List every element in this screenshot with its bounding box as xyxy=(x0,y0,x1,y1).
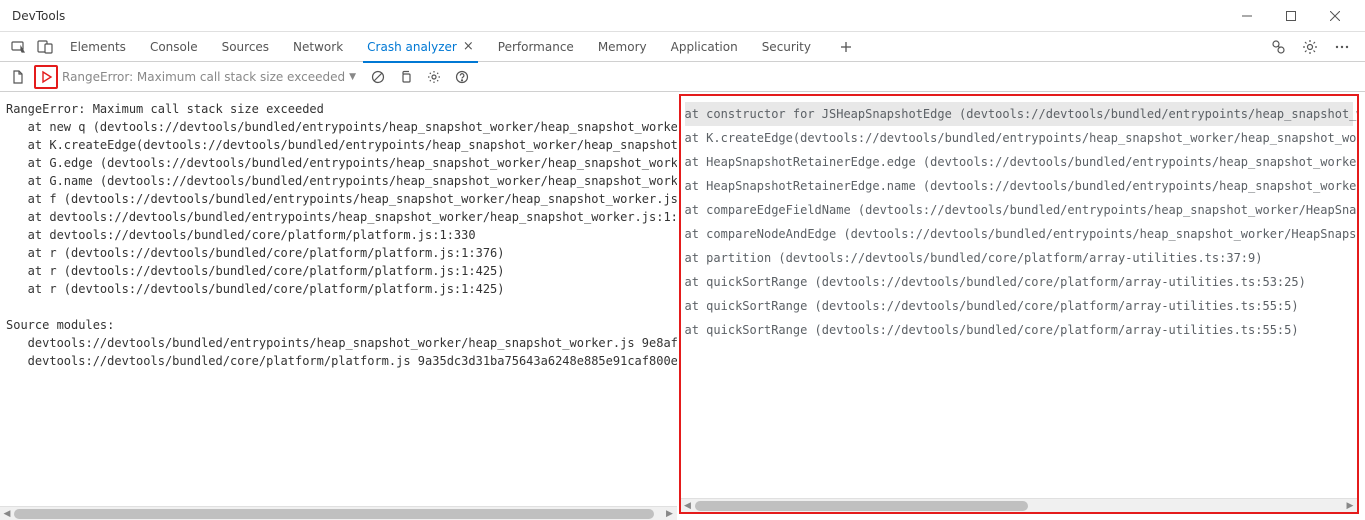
right-pane: at constructor for JSHeapSnapshotEdge (d… xyxy=(679,94,1360,514)
resolved-trace-line: at K.createEdge(devtools://devtools/bund… xyxy=(685,126,1354,150)
horizontal-scrollbar[interactable]: ◀ ▶ xyxy=(681,498,1358,512)
stack-trace[interactable]: RangeError: Maximum call stack size exce… xyxy=(0,92,677,506)
tab-label: Console xyxy=(150,40,198,54)
tab-label: Performance xyxy=(498,40,574,54)
blank-line xyxy=(6,298,671,316)
scrollbar-thumb[interactable] xyxy=(14,509,654,519)
source-modules-header: Source modules: xyxy=(6,316,671,334)
source-module-line: devtools://devtools/bundled/entrypoints/… xyxy=(6,334,671,352)
trace-line: at r (devtools://devtools/bundled/core/p… xyxy=(6,244,671,262)
window-title: DevTools xyxy=(12,9,65,23)
tab-network[interactable]: Network xyxy=(281,32,355,62)
resolved-trace-line: at quickSortRange (devtools://devtools/b… xyxy=(685,318,1354,342)
tab-label: Security xyxy=(762,40,811,54)
close-button[interactable] xyxy=(1313,1,1357,31)
tab-application[interactable]: Application xyxy=(659,32,750,62)
resolved-trace-line: at partition (devtools://devtools/bundle… xyxy=(685,246,1354,270)
trace-line: at r (devtools://devtools/bundled/core/p… xyxy=(6,262,671,280)
resolved-stack-trace[interactable]: at constructor for JSHeapSnapshotEdge (d… xyxy=(681,96,1358,498)
trace-line: at G.edge (devtools://devtools/bundled/e… xyxy=(6,154,671,172)
toolbar-select-text: RangeError: Maximum call stack size exce… xyxy=(62,70,345,84)
trace-line: at devtools://devtools/bundled/core/plat… xyxy=(6,226,671,244)
scrollbar-thumb[interactable] xyxy=(695,501,1028,511)
scroll-right-icon[interactable]: ▶ xyxy=(1343,499,1357,513)
inspect-device-icon[interactable] xyxy=(6,34,32,60)
tab-sources[interactable]: Sources xyxy=(210,32,281,62)
resolved-trace-line: at HeapSnapshotRetainerEdge.edge (devtoo… xyxy=(685,150,1354,174)
trace-header: RangeError: Maximum call stack size exce… xyxy=(6,100,671,118)
tab-elements[interactable]: Elements xyxy=(58,32,138,62)
tab-label: Memory xyxy=(598,40,647,54)
scroll-left-icon[interactable]: ◀ xyxy=(0,507,14,520)
run-button[interactable] xyxy=(34,65,58,89)
crash-analyzer-toolbar: RangeError: Maximum call stack size exce… xyxy=(0,62,1365,92)
new-file-button[interactable] xyxy=(6,65,30,89)
tab-label: Crash analyzer xyxy=(367,40,457,54)
trace-line: at G.name (devtools://devtools/bundled/e… xyxy=(6,172,671,190)
resolved-trace-line: at quickSortRange (devtools://devtools/b… xyxy=(685,270,1354,294)
trace-line: at devtools://devtools/bundled/entrypoin… xyxy=(6,208,671,226)
maximize-button[interactable] xyxy=(1269,1,1313,31)
help-button[interactable] xyxy=(450,65,474,89)
tab-performance[interactable]: Performance xyxy=(486,32,586,62)
window-controls xyxy=(1225,1,1357,31)
settings-gear-icon[interactable] xyxy=(1297,34,1323,60)
source-module-line: devtools://devtools/bundled/core/platfor… xyxy=(6,352,671,370)
close-icon[interactable]: × xyxy=(463,39,474,54)
window-titlebar: DevTools xyxy=(0,0,1365,32)
scroll-left-icon[interactable]: ◀ xyxy=(681,499,695,513)
tab-label: Elements xyxy=(70,40,126,54)
tab-memory[interactable]: Memory xyxy=(586,32,659,62)
resolved-trace-line: at compareEdgeFieldName (devtools://devt… xyxy=(685,198,1354,222)
resolved-trace-line: at quickSortRange (devtools://devtools/b… xyxy=(685,294,1354,318)
tab-label: Network xyxy=(293,40,343,54)
trace-line: at K.createEdge(devtools://devtools/bund… xyxy=(6,136,671,154)
microphone-icon[interactable] xyxy=(1265,34,1291,60)
tab-crash-analyzer[interactable]: Crash analyzer × xyxy=(355,32,486,62)
resolved-trace-line: at constructor for JSHeapSnapshotEdge (d… xyxy=(685,102,1354,126)
tool-settings-button[interactable] xyxy=(422,65,446,89)
device-toolbar-icon[interactable] xyxy=(32,34,58,60)
content-area: RangeError: Maximum call stack size exce… xyxy=(0,92,1365,520)
resolved-trace-line: at HeapSnapshotRetainerEdge.name (devtoo… xyxy=(685,174,1354,198)
add-tab-button[interactable] xyxy=(833,34,859,60)
toolbar-select[interactable]: RangeError: Maximum call stack size exce… xyxy=(62,70,362,84)
tab-security[interactable]: Security xyxy=(750,32,823,62)
resolved-trace-line: at compareNodeAndEdge (devtools://devtoo… xyxy=(685,222,1354,246)
trace-line: at new q (devtools://devtools/bundled/en… xyxy=(6,118,671,136)
horizontal-scrollbar[interactable]: ◀ ▶ xyxy=(0,506,677,520)
tab-label: Sources xyxy=(222,40,269,54)
clear-button[interactable] xyxy=(366,65,390,89)
left-pane: RangeError: Maximum call stack size exce… xyxy=(0,92,677,520)
tab-console[interactable]: Console xyxy=(138,32,210,62)
chevron-down-icon: ▼ xyxy=(349,72,356,82)
scroll-right-icon[interactable]: ▶ xyxy=(663,507,677,520)
more-icon[interactable] xyxy=(1329,34,1355,60)
copy-button[interactable] xyxy=(394,65,418,89)
tab-label: Application xyxy=(671,40,738,54)
trace-line: at f (devtools://devtools/bundled/entryp… xyxy=(6,190,671,208)
minimize-button[interactable] xyxy=(1225,1,1269,31)
main-tabbar: Elements Console Sources Network Crash a… xyxy=(0,32,1365,62)
trace-line: at r (devtools://devtools/bundled/core/p… xyxy=(6,280,671,298)
